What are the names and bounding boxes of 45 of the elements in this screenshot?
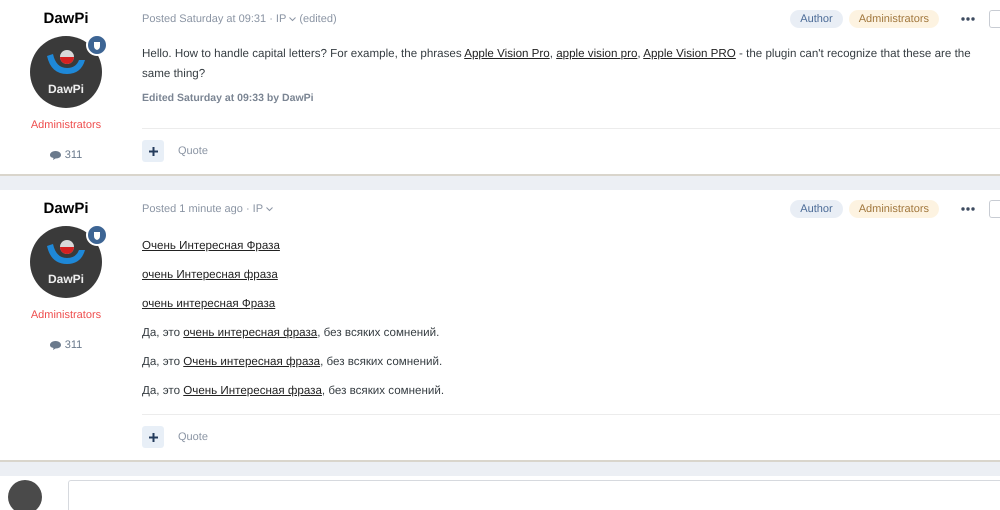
post-text: Да, это Очень интересная фраза, без всяких сомнений. — [142, 354, 444, 370]
author-name[interactable]: DawPi — [43, 200, 88, 217]
user-group: Administrators — [30, 119, 102, 131]
phrase-link[interactable]: очень интересная Фраза — [142, 297, 276, 310]
avatar-text: DawPi — [48, 272, 84, 286]
plus-icon — [148, 432, 158, 442]
plus-icon — [148, 146, 158, 156]
chevron-icon[interactable] — [266, 206, 274, 212]
reply-field[interactable] — [68, 480, 1000, 510]
post-text: Да, это очень интересная фраза, без всяких сомнений. — [142, 325, 440, 341]
select-checkbox[interactable] — [989, 200, 1000, 218]
user-group: Administrators — [30, 309, 102, 321]
avatar[interactable]: DawPi — [30, 226, 102, 298]
phrase-link[interactable]: Apple Vision Pro — [464, 47, 550, 60]
add-button[interactable] — [142, 140, 164, 162]
more-icon[interactable] — [961, 207, 975, 211]
phrase-link[interactable]: Очень Интересная фраза — [183, 384, 322, 397]
phrase-link[interactable]: Очень интересная фраза — [183, 355, 320, 368]
role-badge: Administrators — [848, 10, 939, 28]
edited-note: Edited Saturday at 09:33 by DawPi — [142, 92, 315, 104]
phrase-link[interactable]: очень Интересная фраза — [142, 268, 278, 281]
phrase-link[interactable]: Apple Vision PRO — [643, 47, 736, 60]
post-text: Да, это Очень Интересная фраза, без всяких сомнений. — [142, 383, 446, 399]
avatar[interactable]: DawPi — [30, 36, 102, 108]
avatar-text: DawPi — [48, 82, 84, 96]
comment-icon — [50, 340, 61, 350]
role-badge: Author — [790, 200, 843, 218]
add-button[interactable] — [142, 426, 164, 448]
avatar — [8, 480, 42, 510]
phrase-link[interactable]: очень интересная фраза — [183, 326, 318, 339]
count-text: 311 — [64, 149, 82, 161]
select-checkbox[interactable] — [989, 10, 1000, 28]
count-text: 311 — [64, 339, 82, 351]
author-name[interactable]: DawPi — [43, 10, 88, 27]
edited-tag: (edited) — [299, 13, 337, 25]
role-badge: Author — [790, 10, 843, 28]
role-badge: Administrators — [848, 200, 939, 218]
more-icon[interactable] — [961, 17, 975, 21]
chevron-icon[interactable] — [289, 16, 296, 22]
phrase-link[interactable]: apple vision pro — [556, 47, 638, 60]
post-date: Posted 1 minute ago · IP — [142, 203, 264, 215]
post-text: Hello. How to handle capital letters? For example, the phrases Apple Vision Pro, apple vision pro, Apple Vision PRO - the plugin can't recognize that these are the same thing? — [142, 46, 972, 82]
phrase-link[interactable]: Очень Интересная Фраза — [142, 239, 280, 252]
comment-icon — [50, 150, 61, 160]
post-date: Posted Saturday at 09:31 · IP — [142, 13, 286, 25]
